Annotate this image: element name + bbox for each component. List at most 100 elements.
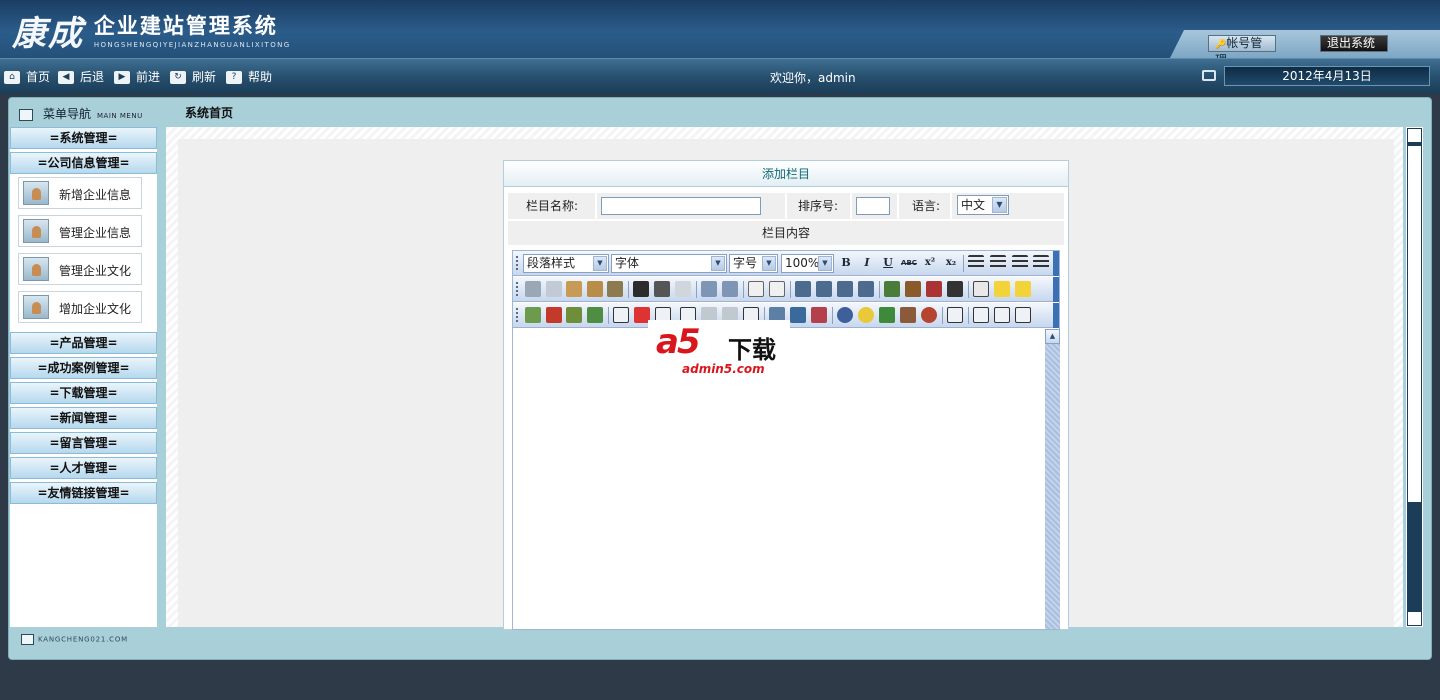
- logout-button[interactable]: 退出系统: [1320, 35, 1388, 52]
- bold-button[interactable]: B: [837, 254, 855, 272]
- brand-logo: 康成 企业建站管理系统 HONGSHENGQIYEJIANZHANGUANLIX…: [12, 6, 291, 55]
- outdent-icon[interactable]: [837, 281, 853, 297]
- underline-button[interactable]: U: [879, 254, 897, 272]
- help-button[interactable]: ? 帮助: [226, 69, 272, 85]
- menu-item-add-company-info[interactable]: 新增企业信息: [18, 177, 142, 209]
- select-all-icon[interactable]: [748, 281, 764, 297]
- paste-text-icon[interactable]: [587, 281, 603, 297]
- paragraph-style-select[interactable]: 段落样式 ▼: [523, 254, 609, 273]
- chevron-down-icon: ▼: [593, 256, 607, 271]
- unselect-icon[interactable]: [769, 281, 785, 297]
- help-icon[interactable]: [994, 307, 1010, 323]
- language-select[interactable]: 中文 ▼: [957, 195, 1009, 215]
- strikethrough-button[interactable]: ABC: [900, 254, 918, 272]
- footer-logo-text: KANGCHENG021.COM: [38, 635, 128, 644]
- watermark-text: 下载: [728, 336, 776, 364]
- menu-group-products[interactable]: =产品管理=: [10, 332, 157, 354]
- menu-group-downloads[interactable]: =下载管理=: [10, 382, 157, 404]
- highlight-icon[interactable]: [947, 281, 963, 297]
- refresh-button[interactable]: ↻ 刷新: [170, 69, 216, 85]
- subscript-button[interactable]: x₂: [942, 254, 960, 272]
- menu-item-manage-company-culture[interactable]: 管理企业文化: [18, 253, 142, 285]
- paste-icon[interactable]: [566, 281, 582, 297]
- eraser-icon[interactable]: [675, 281, 691, 297]
- menu-group-news[interactable]: =新闻管理=: [10, 407, 157, 429]
- unlink-icon[interactable]: [811, 307, 827, 323]
- align-justify-icon[interactable]: [1033, 255, 1049, 271]
- text-color-icon[interactable]: [884, 281, 900, 297]
- column-content-label: 栏目内容: [508, 221, 1064, 245]
- back-button[interactable]: ◀ 后退: [58, 69, 104, 85]
- align-left-icon[interactable]: [968, 255, 984, 271]
- font-select[interactable]: 字体 ▼: [611, 254, 727, 273]
- paste-word-icon[interactable]: [607, 281, 623, 297]
- absolute-position-icon[interactable]: [973, 281, 989, 297]
- delete-icon[interactable]: [654, 281, 670, 297]
- undo-icon[interactable]: [701, 281, 717, 297]
- unordered-list-icon[interactable]: [816, 281, 832, 297]
- toolbar-separator: [832, 307, 833, 324]
- background-color-icon[interactable]: [905, 281, 921, 297]
- menu-item-manage-company-info[interactable]: 管理企业信息: [18, 215, 142, 247]
- menu-group-messages[interactable]: =留言管理=: [10, 432, 157, 454]
- find-icon[interactable]: [633, 281, 649, 297]
- menu-item-label: 增加企业文化: [59, 302, 132, 316]
- upload-icon[interactable]: [587, 307, 603, 323]
- insert-image-icon[interactable]: [525, 307, 541, 323]
- forward-label: 前进: [136, 70, 161, 84]
- redo-icon[interactable]: [722, 281, 738, 297]
- date-icon[interactable]: [900, 307, 916, 323]
- excel-icon[interactable]: [879, 307, 895, 323]
- align-right-icon[interactable]: [1012, 255, 1028, 271]
- zoom-select[interactable]: 100% ▼: [781, 254, 834, 273]
- align-center-icon[interactable]: [990, 255, 1006, 271]
- maximize-icon[interactable]: [973, 307, 989, 323]
- language-select-value: 中文: [961, 198, 986, 212]
- user-icon: [23, 295, 49, 319]
- backward-layer-icon[interactable]: [1015, 281, 1031, 297]
- italic-button[interactable]: I: [858, 254, 876, 272]
- cut-icon[interactable]: [525, 281, 541, 297]
- menu-item-label: 管理企业文化: [59, 264, 132, 278]
- font-size-select[interactable]: 字号 ▼: [729, 254, 778, 273]
- editor-scrollbar[interactable]: ▲: [1045, 329, 1060, 629]
- menu-group-links[interactable]: =友情链接管理=: [10, 482, 157, 504]
- scroll-up-icon[interactable]: ▲: [1045, 329, 1060, 344]
- emoticon-icon[interactable]: [858, 307, 874, 323]
- block-color-icon[interactable]: [926, 281, 942, 297]
- account-management-button[interactable]: 🔑帐号管理: [1208, 35, 1276, 58]
- a5-watermark-logo: a5 下载 admin5.com: [648, 320, 790, 378]
- import-word-icon[interactable]: [947, 307, 963, 323]
- time-icon[interactable]: [921, 307, 937, 323]
- home-button[interactable]: ⌂ 首页: [4, 69, 50, 85]
- user-icon: [23, 257, 49, 281]
- order-input[interactable]: [856, 197, 890, 215]
- forward-layer-icon[interactable]: [994, 281, 1010, 297]
- brand-name: 康成: [12, 14, 84, 54]
- superscript-button[interactable]: x²: [921, 254, 939, 272]
- insert-flash-icon[interactable]: [546, 307, 562, 323]
- menu-group-company-info[interactable]: =公司信息管理=: [10, 152, 157, 174]
- toolbar-separator: [628, 281, 629, 298]
- scroll-up-button[interactable]: [1407, 128, 1422, 143]
- indent-icon[interactable]: [858, 281, 874, 297]
- info-icon[interactable]: [1015, 307, 1031, 323]
- menu-item-add-company-culture[interactable]: 增加企业文化: [18, 291, 142, 323]
- help-icon: ?: [226, 71, 242, 84]
- forward-button[interactable]: ▶ 前进: [114, 69, 160, 85]
- system-title-block: 企业建站管理系统 HONGSHENGQIYEJIANZHANGUANLIXITO…: [94, 10, 291, 49]
- content-scrollbar[interactable]: [1406, 127, 1423, 627]
- scroll-down-button[interactable]: [1407, 611, 1422, 626]
- scroll-thumb[interactable]: [1408, 146, 1421, 502]
- rich-text-editor: 段落样式▼ 字体▼ 字号▼ 100%▼ B I U ABC x² x₂: [512, 250, 1060, 630]
- menu-group-system[interactable]: =系统管理=: [10, 127, 157, 149]
- insert-table-icon[interactable]: [613, 307, 629, 323]
- insert-media-icon[interactable]: [566, 307, 582, 323]
- ordered-list-icon[interactable]: [795, 281, 811, 297]
- copy-icon[interactable]: [546, 281, 562, 297]
- menu-group-cases[interactable]: =成功案例管理=: [10, 357, 157, 379]
- column-name-input[interactable]: [601, 197, 761, 215]
- insert-anchor-icon[interactable]: [790, 307, 806, 323]
- menu-group-talent[interactable]: =人才管理=: [10, 457, 157, 479]
- special-char-icon[interactable]: [837, 307, 853, 323]
